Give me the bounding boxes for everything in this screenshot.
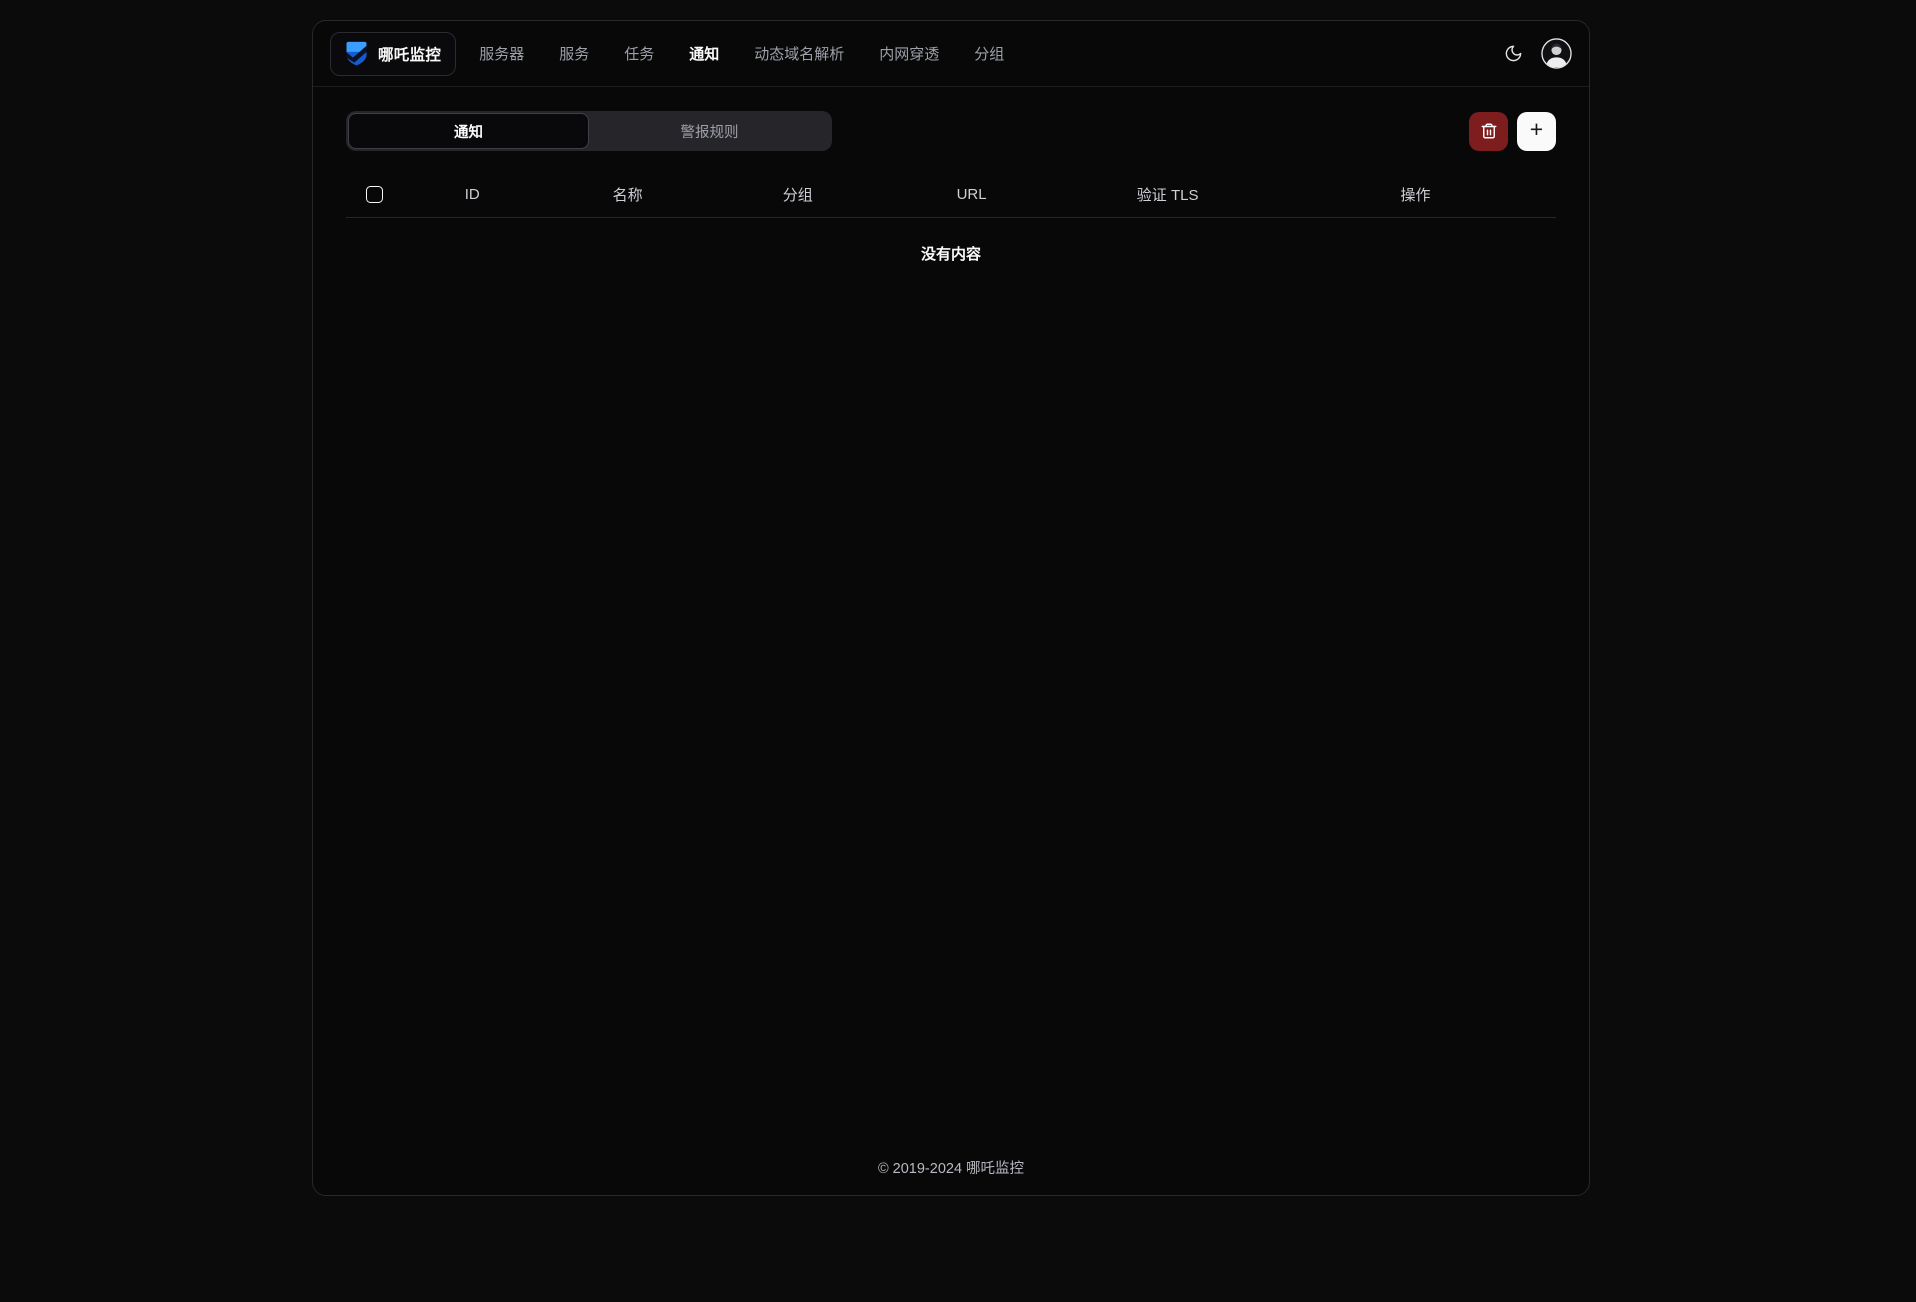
footer-copyright: © 2019-2024 哪吒监控 (313, 1157, 1589, 1178)
moon-icon (1504, 44, 1523, 63)
navbar-right (1498, 38, 1572, 69)
user-avatar[interactable] (1541, 38, 1572, 69)
table-header-row: ID 名称 分组 URL 验证 TLS 操作 (346, 171, 1556, 218)
main-nav: 服务器 服务 任务 通知 动态域名解析 内网穿透 分组 (479, 43, 1004, 64)
column-header-url: URL (883, 186, 1061, 203)
tab-alert-rules[interactable]: 警报规则 (589, 113, 830, 149)
column-header-name: 名称 (543, 184, 713, 205)
column-header-group: 分组 (713, 184, 883, 205)
main-card: 哪吒监控 服务器 服务 任务 通知 动态域名解析 内网穿透 分组 (312, 20, 1590, 1196)
select-all-checkbox[interactable] (366, 186, 383, 203)
toolbar-actions: + (1469, 112, 1556, 151)
theme-toggle-button[interactable] (1498, 39, 1528, 69)
navbar: 哪吒监控 服务器 服务 任务 通知 动态域名解析 内网穿透 分组 (313, 21, 1589, 87)
brand-name: 哪吒监控 (378, 43, 441, 65)
main-content: 通知 警报规则 + (313, 111, 1589, 289)
notifications-table: ID 名称 分组 URL 验证 TLS 操作 没有内容 (346, 171, 1556, 289)
column-header-id: ID (402, 186, 543, 203)
add-button[interactable]: + (1517, 112, 1556, 151)
nav-item-ddns[interactable]: 动态域名解析 (754, 43, 844, 64)
trash-icon (1480, 122, 1498, 140)
tab-notifications[interactable]: 通知 (348, 113, 589, 149)
nav-item-notifications[interactable]: 通知 (689, 43, 719, 64)
brand-shield-icon (345, 41, 368, 67)
nav-item-groups[interactable]: 分组 (974, 43, 1004, 64)
column-header-actions: 操作 (1275, 184, 1556, 205)
nav-item-tasks[interactable]: 任务 (624, 43, 654, 64)
nav-item-nat[interactable]: 内网穿透 (879, 43, 939, 64)
brand-logo[interactable]: 哪吒监控 (330, 32, 456, 76)
toolbar-row: 通知 警报规则 + (346, 111, 1556, 151)
delete-button[interactable] (1469, 112, 1508, 151)
tab-list: 通知 警报规则 (346, 111, 832, 151)
nav-item-servers[interactable]: 服务器 (479, 43, 524, 64)
column-header-verify-tls: 验证 TLS (1060, 184, 1275, 205)
nav-item-services[interactable]: 服务 (559, 43, 589, 64)
empty-state-message: 没有内容 (346, 218, 1556, 289)
